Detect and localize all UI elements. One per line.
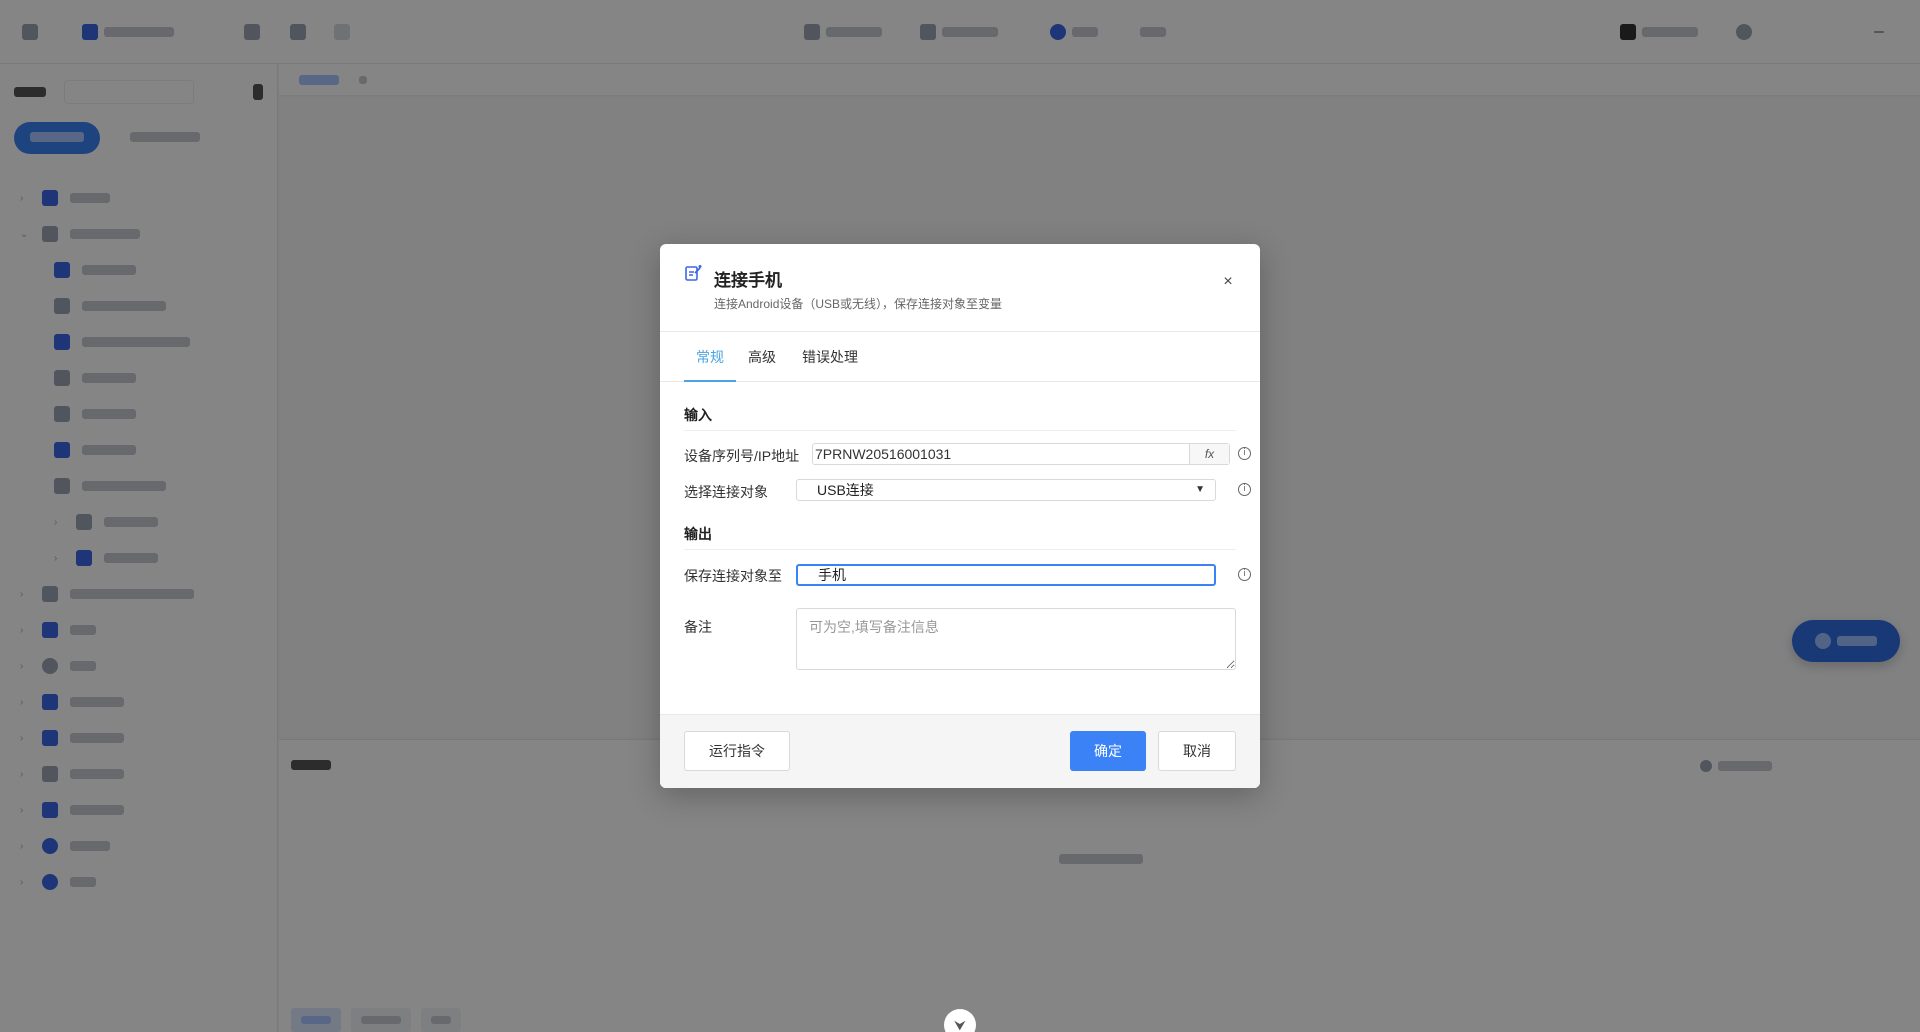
- dialog-subtitle: 连接Android设备（USB或无线），保存连接对象至变量: [714, 297, 1003, 311]
- edit-device-icon: [685, 265, 702, 281]
- info-icon[interactable]: i: [1238, 568, 1251, 581]
- remark-label: 备注: [684, 619, 712, 635]
- device-serial-field: fx: [812, 443, 1230, 465]
- connection-target-label: 选择连接对象: [684, 484, 768, 500]
- save-to-variable-input[interactable]: 手机: [796, 564, 1216, 586]
- connection-target-select[interactable]: USB连接 ▼: [796, 479, 1216, 501]
- run-command-button[interactable]: 运行指令: [684, 731, 790, 771]
- fx-button[interactable]: fx: [1189, 444, 1229, 464]
- save-to-variable-label: 保存连接对象至: [684, 568, 782, 584]
- divider: [684, 549, 1236, 550]
- device-serial-label: 设备序列号/IP地址: [684, 448, 800, 464]
- tab-general[interactable]: 常规: [684, 332, 736, 382]
- device-serial-input[interactable]: [813, 444, 1189, 464]
- caret-down-icon: ▼: [1195, 484, 1205, 495]
- dialog-title: 连接手机: [714, 271, 782, 290]
- dialog-tabs: 常规 高级 错误处理: [660, 332, 1260, 382]
- connection-target-value: USB连接: [817, 482, 874, 498]
- remark-textarea[interactable]: [796, 608, 1236, 670]
- input-section-title: 输入: [684, 407, 712, 423]
- dialog-footer: 运行指令 确定 取消: [660, 714, 1260, 788]
- info-icon[interactable]: i: [1238, 483, 1251, 496]
- close-icon[interactable]: ×: [1220, 274, 1236, 290]
- connect-phone-dialog: 连接手机 连接Android设备（USB或无线），保存连接对象至变量 × 常规 …: [660, 244, 1260, 788]
- confirm-button[interactable]: 确定: [1070, 731, 1146, 771]
- dialog-header: 连接手机 连接Android设备（USB或无线），保存连接对象至变量 ×: [660, 244, 1260, 332]
- tab-error-handling[interactable]: 错误处理: [794, 332, 866, 382]
- tab-advanced[interactable]: 高级: [742, 332, 782, 382]
- divider: [684, 430, 1236, 431]
- output-section-title: 输出: [684, 526, 712, 542]
- cancel-button[interactable]: 取消: [1158, 731, 1236, 771]
- info-icon[interactable]: i: [1238, 447, 1251, 460]
